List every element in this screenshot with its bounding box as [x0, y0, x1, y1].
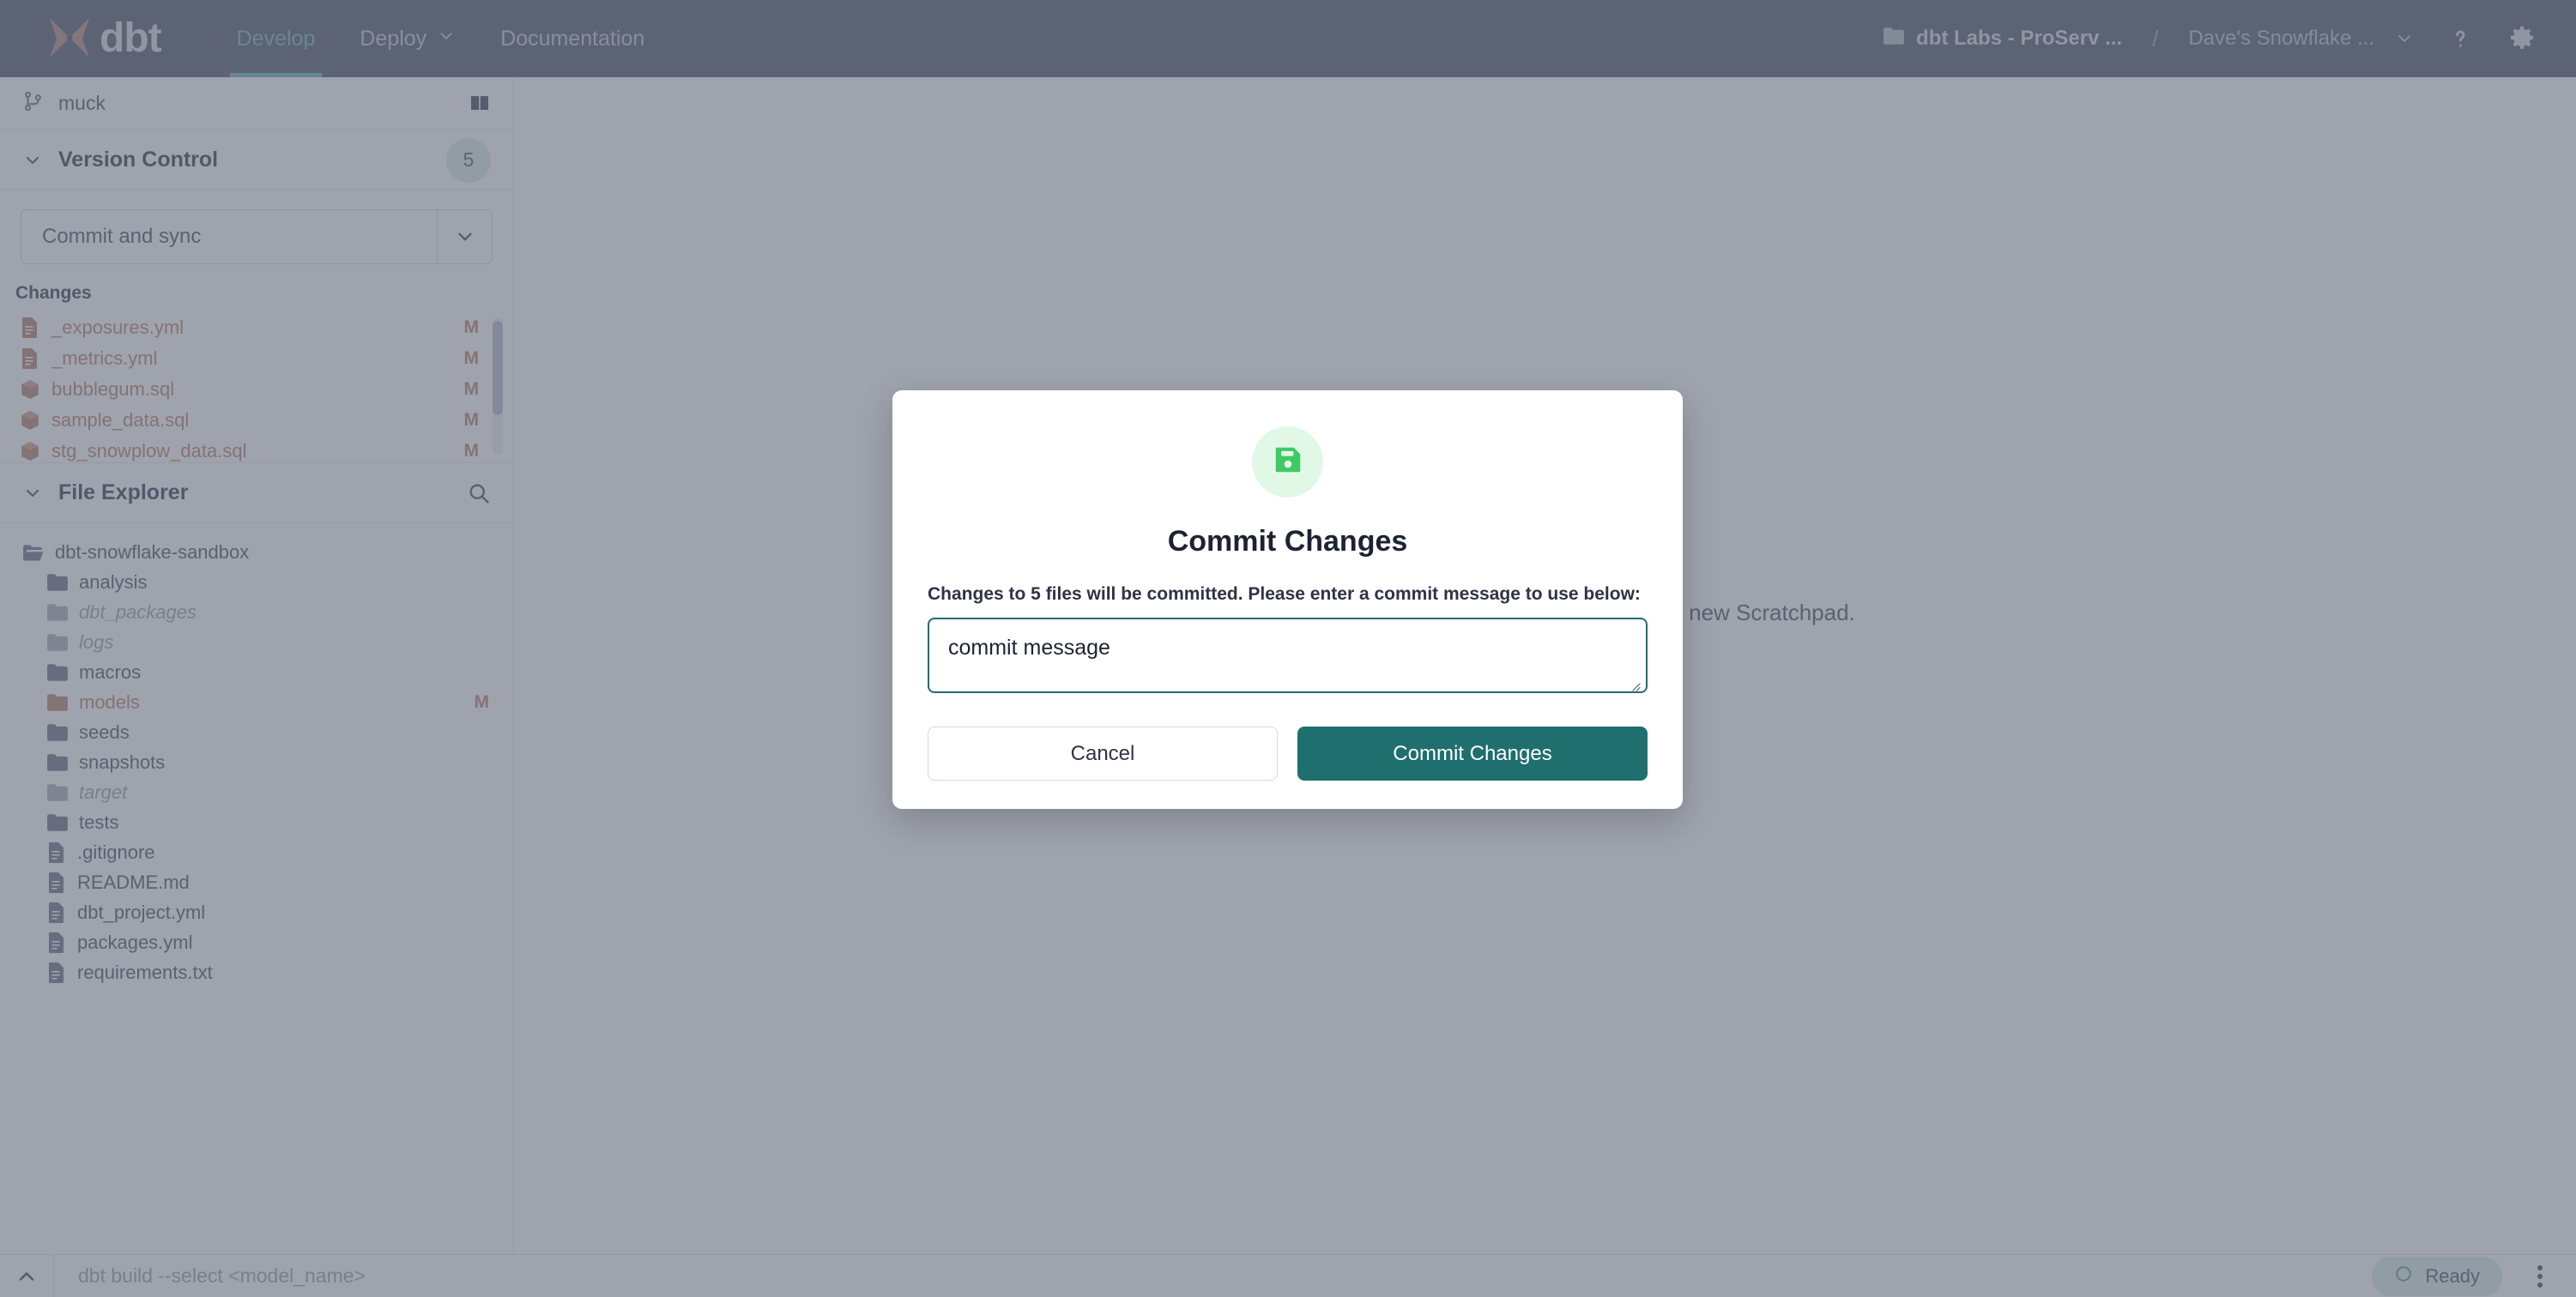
modal-title: Commit Changes	[1167, 525, 1408, 558]
modal-actions: Cancel Commit Changes	[928, 727, 1648, 781]
commit-changes-button[interactable]: Commit Changes	[1297, 727, 1648, 781]
save-floppy-icon	[1272, 443, 1304, 480]
commit-changes-modal: Commit Changes Changes to 5 files will b…	[892, 390, 1683, 809]
commit-message-field-wrapper	[928, 605, 1648, 697]
commit-message-input[interactable]	[928, 618, 1648, 693]
cancel-button[interactable]: Cancel	[928, 727, 1278, 781]
modal-description: Changes to 5 files will be committed. Pl…	[928, 584, 1641, 604]
app-root: Select a file from the File Explorer or …	[0, 0, 2576, 1297]
save-floppy-icon-badge	[1252, 426, 1323, 498]
